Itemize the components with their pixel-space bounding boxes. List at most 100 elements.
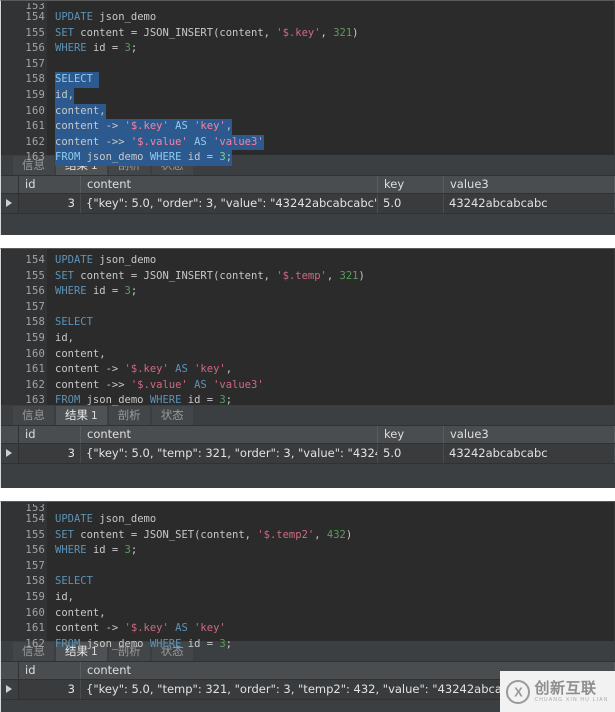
code-line[interactable]: 160 content, [1, 606, 614, 622]
code-text[interactable]: FROM json_demo WHERE id = 3; [55, 150, 233, 166]
code-text[interactable]: id, [55, 87, 74, 104]
sql-editor-3[interactable]: 153 154 UPDATE json_demo 155 SET content = … [0, 501, 615, 650]
code-lines-3[interactable]: 154 UPDATE json_demo 155 SET content = JSON… [1, 512, 614, 652]
column-header-content[interactable]: content [81, 426, 378, 443]
code-text[interactable]: content ->> '$.value' AS 'value3' [55, 134, 264, 151]
column-header-id[interactable]: id [19, 176, 81, 193]
cell-key[interactable]: 5.0 [378, 444, 444, 463]
code-line[interactable]: 158 SELECT [1, 574, 614, 590]
code-line[interactable]: 155 SET content = JSON_INSERT(content, '$… [1, 26, 614, 42]
token: AS [187, 135, 214, 148]
cell-id[interactable]: 3 [19, 444, 81, 463]
code-line[interactable]: 155 SET content = JSON_SET(content, '$.te… [1, 528, 614, 544]
table-row[interactable]: 3 {"key": 5.0, "order": 3, "value": "432… [1, 194, 615, 214]
code-line[interactable]: 154 UPDATE json_demo [1, 10, 614, 26]
code-text[interactable]: SELECT [55, 315, 93, 331]
code-line[interactable]: 154 UPDATE json_demo [1, 512, 614, 528]
code-lines-1[interactable]: 154 UPDATE json_demo 155 SET content = JSON… [1, 10, 614, 166]
code-text[interactable]: content -> '$.key' AS 'key', [55, 119, 233, 135]
code-line[interactable]: 161 content -> '$.key' AS 'key' [1, 621, 614, 637]
code-text[interactable]: WHERE id = 3; [55, 543, 137, 559]
code-line[interactable]: 162 FROM json_demo WHERE id = 3; [1, 637, 614, 653]
code-line[interactable]: 162 content ->> '$.value' AS 'value3' [1, 378, 614, 394]
token: SELECT [55, 73, 100, 86]
tab-result-count: 1 [91, 410, 98, 422]
sql-editor-2[interactable]: 154 UPDATE json_demo 155 SET content = JSON… [0, 248, 615, 406]
code-text[interactable]: SELECT [55, 72, 100, 88]
code-text[interactable]: content -> '$.key' AS 'key' [55, 621, 226, 637]
code-text[interactable]: SET content = JSON_INSERT(content, '$.te… [55, 269, 365, 285]
code-text[interactable]: UPDATE json_demo [55, 253, 156, 269]
token: ; [225, 151, 233, 164]
code-line[interactable]: 155 SET content = JSON_INSERT(content, '$… [1, 269, 614, 285]
token: '$.value' [130, 378, 188, 391]
code-line[interactable]: 156 WHERE id = 3; [1, 284, 614, 300]
token: json_demo [99, 513, 157, 525]
code-text[interactable]: UPDATE json_demo [55, 512, 156, 528]
token: FROM [55, 151, 87, 164]
cell-content[interactable]: {"key": 5.0, "order": 3, "value": "43242… [81, 194, 378, 213]
code-line[interactable]: 156 WHERE id = 3; [1, 41, 614, 57]
result-grid-2[interactable]: id content key value3 3 {"key": 5.0, "te… [1, 426, 615, 488]
line-number: 153 [25, 504, 45, 512]
code-line[interactable]: 158 SELECT [1, 72, 614, 88]
column-header-id[interactable]: id [19, 662, 81, 679]
table-row[interactable]: 3 {"key": 5.0, "temp": 321, "order": 3, … [1, 444, 615, 464]
code-text[interactable]: id, [55, 590, 74, 606]
cell-value3[interactable]: 43242abcabcabc [444, 194, 615, 213]
code-line[interactable]: 159 id, [1, 87, 614, 104]
code-line[interactable]: 163 FROM json_demo WHERE id = 3; [1, 393, 614, 409]
column-header-key[interactable]: key [378, 176, 444, 193]
code-line[interactable]: 163 FROM json_demo WHERE id = 3; [1, 150, 614, 166]
column-header-content[interactable]: content [81, 176, 378, 193]
code-text[interactable]: WHERE id = 3; [55, 41, 137, 57]
code-line[interactable]: 158 SELECT [1, 315, 614, 331]
code-text[interactable]: content -> '$.key' AS 'key', [55, 362, 232, 378]
cell-key[interactable]: 5.0 [378, 194, 444, 213]
code-line[interactable]: 156 WHERE id = 3; [1, 543, 614, 559]
code-text[interactable]: SET content = JSON_SET(content, '$.temp2… [55, 528, 352, 544]
code-line[interactable]: 159 id, [1, 590, 614, 606]
code-line[interactable]: 161 content -> '$.key' AS 'key', [1, 119, 614, 135]
cell-value3[interactable]: 43242abcabcabc [444, 444, 615, 463]
cell-content[interactable]: {"key": 5.0, "temp": 321, "order": 3, "v… [81, 444, 378, 463]
watermark-cn: 创新互联 [534, 678, 597, 697]
code-text[interactable]: content ->> '$.value' AS 'value3' [55, 378, 264, 394]
code-line[interactable]: 161 content -> '$.key' AS 'key', [1, 362, 614, 378]
line-number: 160 [25, 606, 45, 619]
code-line[interactable]: 157 [1, 559, 614, 575]
code-text[interactable]: id, [55, 331, 74, 347]
column-header-value3[interactable]: value3 [444, 176, 615, 193]
watermark-logo-icon [506, 679, 531, 704]
code-text[interactable]: SELECT [55, 574, 93, 590]
code-line[interactable]: 157 [1, 300, 614, 316]
result-grid-1[interactable]: id content key value3 3 {"key": 5.0, "or… [1, 176, 615, 235]
line-number: 162 [25, 135, 45, 148]
token: '$.key' [124, 363, 169, 376]
code-lines-2[interactable]: 154 UPDATE json_demo 155 SET content = JSON… [1, 253, 614, 409]
cell-id[interactable]: 3 [19, 194, 81, 213]
token: content, [55, 104, 106, 117]
column-header-value3[interactable]: value3 [444, 426, 615, 443]
code-text[interactable]: FROM json_demo WHERE id = 3; [55, 637, 232, 653]
code-text[interactable]: content, [55, 606, 106, 622]
token: UPDATE [55, 254, 100, 266]
sql-editor-1[interactable]: 153 154 UPDATE json_demo 155 SET content = … [0, 0, 615, 166]
code-text[interactable]: UPDATE json_demo [55, 10, 156, 26]
code-text[interactable]: content, [55, 347, 106, 363]
code-text[interactable]: WHERE id = 3; [55, 284, 137, 300]
code-text[interactable]: content, [55, 103, 106, 120]
column-header-key[interactable]: key [378, 426, 444, 443]
cell-id[interactable]: 3 [19, 680, 81, 699]
code-line[interactable]: 162 content ->> '$.value' AS 'value3' [1, 134, 614, 151]
code-line[interactable]: 159 id, [1, 331, 614, 347]
code-line[interactable]: 157 [1, 57, 614, 73]
code-text[interactable]: SET content = JSON_INSERT(content, '$.ke… [55, 26, 359, 42]
column-header-id[interactable]: id [19, 426, 81, 443]
code-line[interactable]: 160 content, [1, 347, 614, 363]
token: AS [187, 378, 214, 391]
code-line[interactable]: 160 content, [1, 103, 614, 120]
token: UPDATE [55, 513, 100, 525]
code-text[interactable]: FROM json_demo WHERE id = 3; [55, 393, 232, 409]
code-line[interactable]: 154 UPDATE json_demo [1, 253, 614, 269]
